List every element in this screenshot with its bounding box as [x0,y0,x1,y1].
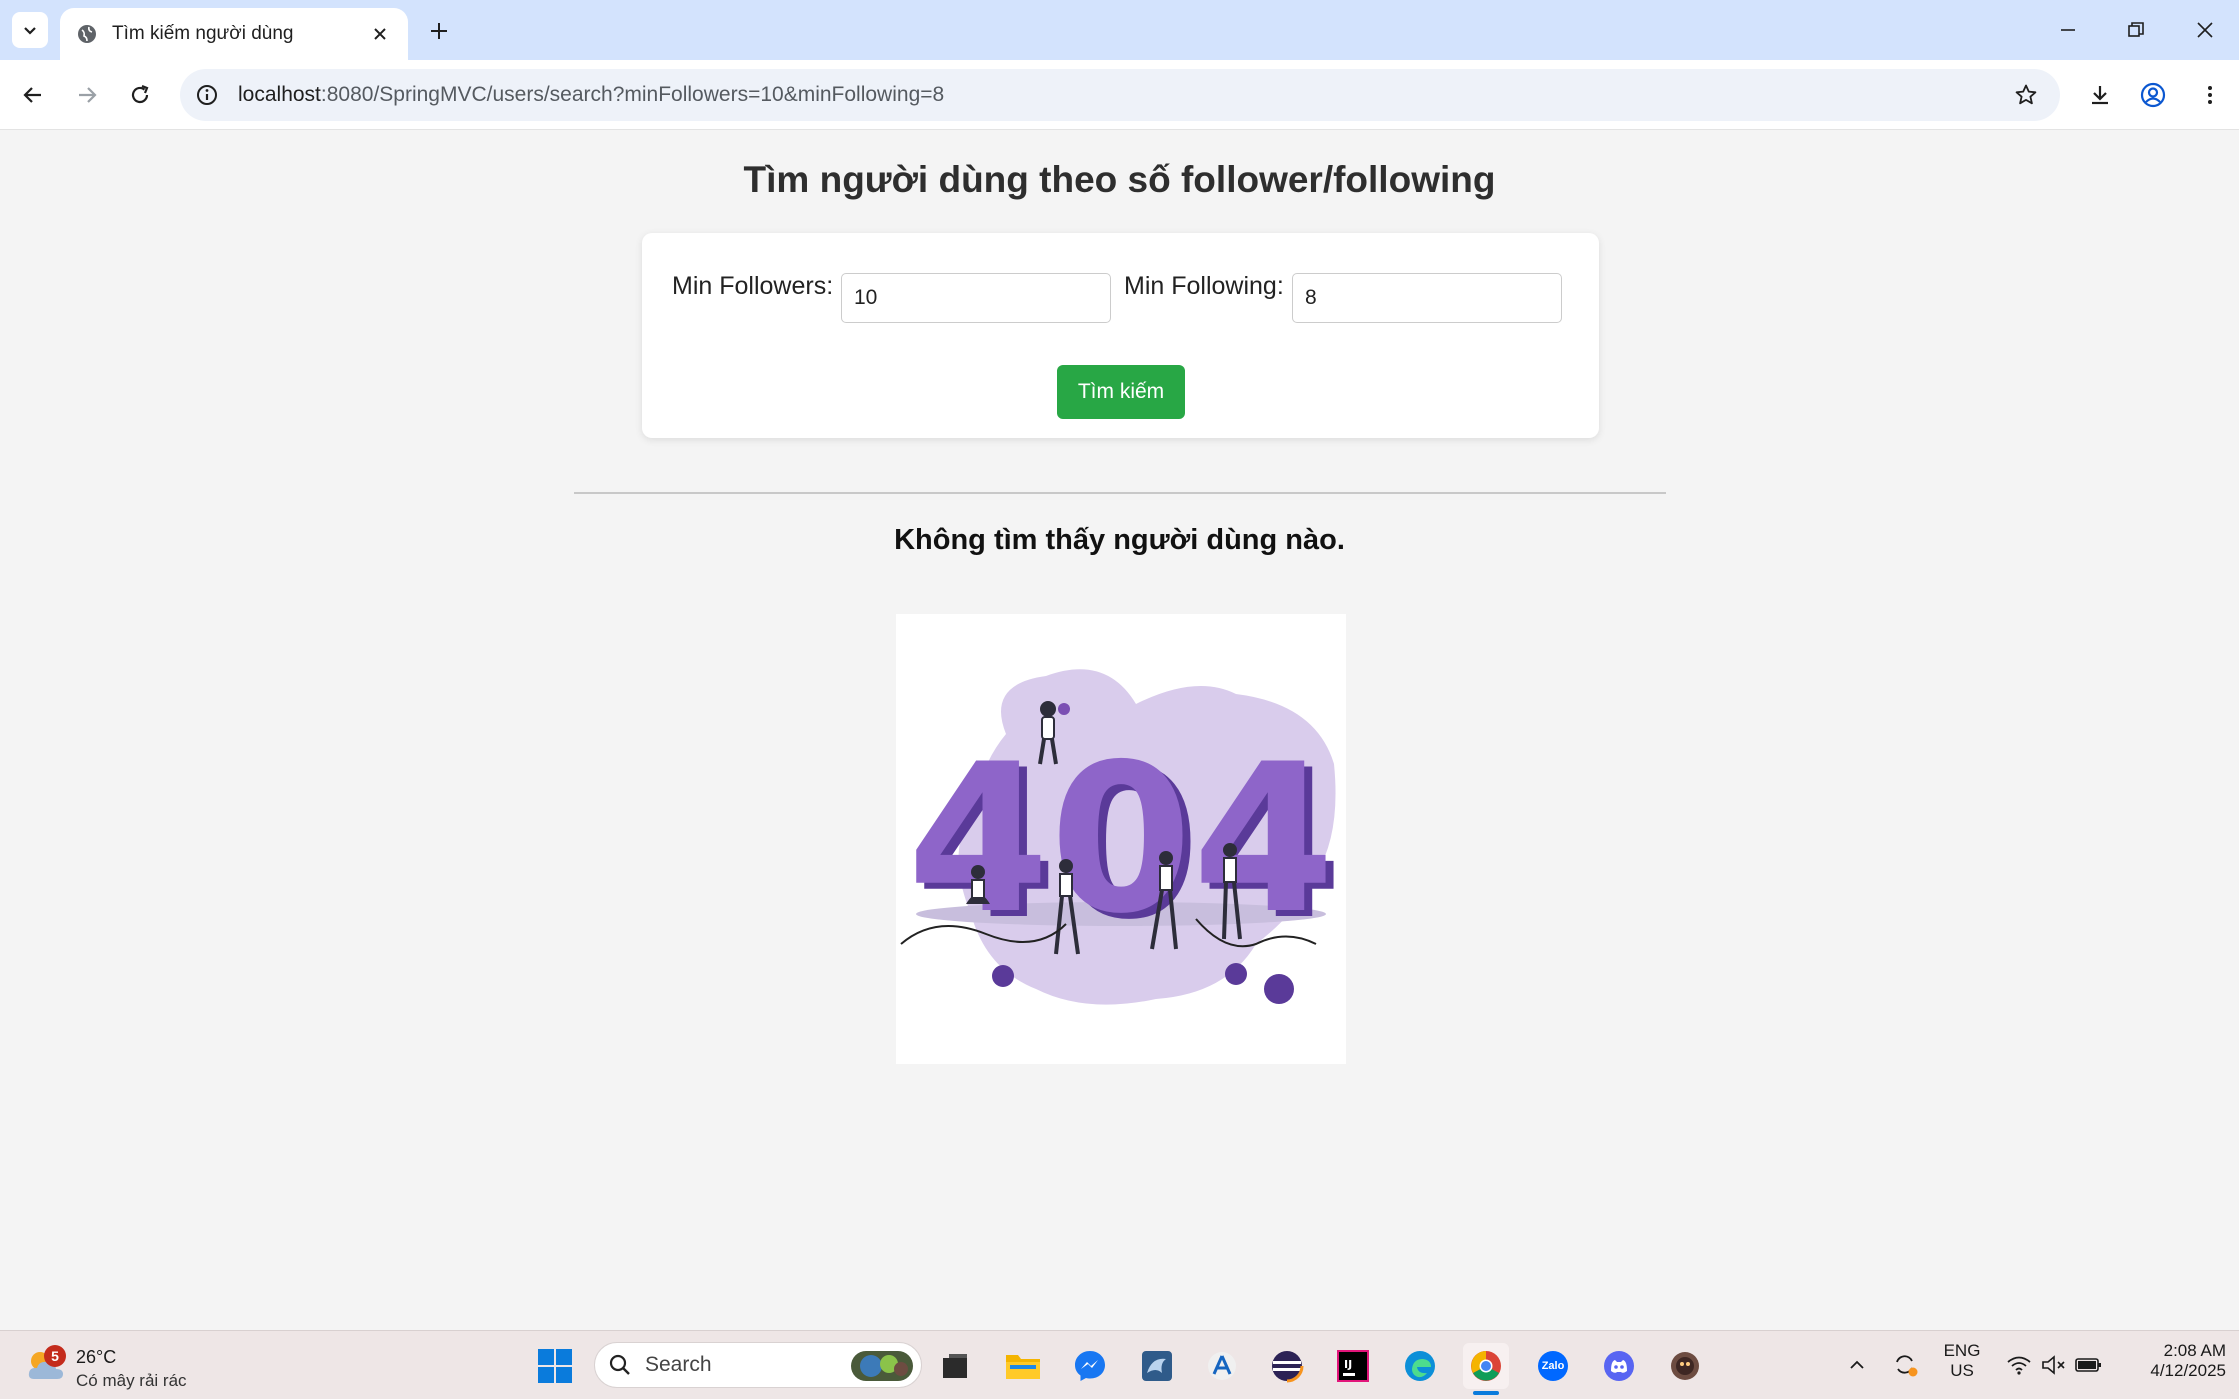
404-text: 404 [907,721,1335,959]
chrome-icon [1471,1351,1501,1381]
intellij-icon: IJ [1337,1350,1369,1382]
restore-icon [2128,22,2144,37]
taskbar-app-edge[interactable] [1397,1343,1443,1389]
sync-icon [1896,1355,1918,1377]
arrow-right-icon [79,87,97,103]
weather-description: Có mây rải rác [76,1371,187,1390]
browser-toolbar: localhost:8080/SpringMVC/users/search?mi… [0,60,2239,130]
page-content: Tìm người dùng theo số follower/followin… [0,131,2239,1330]
search-button[interactable]: Tìm kiếm [1057,365,1185,419]
active-tab[interactable]: Tìm kiếm người dùng [60,8,408,60]
dolphin-icon [1142,1351,1172,1381]
taskbar-app-zalo[interactable]: Zalo [1530,1343,1576,1389]
volume-button[interactable] [2040,1351,2068,1379]
sync-status-button[interactable] [1891,1351,1919,1379]
search-highlight-icon [851,1351,913,1381]
browser-tab-strip: Tìm kiếm người dùng [0,0,2239,60]
taskbar-app-mysql-workbench[interactable] [1134,1343,1180,1389]
taskbar-search[interactable]: Search [594,1342,922,1388]
forward-button[interactable] [69,77,105,113]
folder-icon [1006,1355,1040,1379]
plus-icon [431,23,447,39]
windows-logo-icon [538,1349,572,1383]
search-label: Search [645,1353,712,1376]
weather-temperature: 26°C [76,1347,117,1367]
reload-button[interactable] [122,77,158,113]
wifi-icon [2007,1356,2031,1375]
taskbar-app-terminal[interactable] [932,1343,978,1389]
close-window-button[interactable] [2183,10,2227,50]
edge-icon [1405,1351,1435,1381]
downloads-button[interactable] [2082,77,2118,113]
taskbar-app-file-explorer[interactable] [1000,1343,1046,1389]
back-button[interactable] [15,77,51,113]
window-app-icon [943,1354,967,1378]
taskbar-app-game[interactable] [1662,1343,1708,1389]
weather-widget[interactable]: 5 26°C Có mây rải rác [24,1339,224,1391]
not-found-illustration: 404 404 [896,614,1346,1064]
tab-title: Tìm kiếm người dùng [112,23,294,44]
taskbar-app-intellij[interactable]: IJ [1330,1343,1376,1389]
more-vertical-icon [2208,86,2212,104]
start-button[interactable] [532,1343,578,1389]
download-icon [2092,86,2108,105]
close-icon [2197,22,2213,38]
svg-text:IJ: IJ [1344,1358,1352,1371]
notification-badge: 5 [44,1345,66,1367]
url-text: localhost:8080/SpringMVC/users/search?mi… [238,83,945,106]
min-followers-label: Min Followers: [672,272,834,300]
speaker-muted-icon [2042,1355,2065,1375]
site-info-icon[interactable] [196,84,218,106]
tab-search-button[interactable] [12,12,48,48]
new-tab-button[interactable] [422,14,456,48]
close-icon [374,28,386,40]
search-form: Min Followers: Min Following: Tìm kiếm [642,233,1599,438]
minimize-button[interactable] [2046,10,2090,50]
wifi-button[interactable] [2005,1351,2033,1379]
clock[interactable]: 2:08 AM 4/12/2025 [2116,1341,2226,1381]
chevron-up-icon [1850,1360,1864,1369]
minimize-icon [2061,29,2075,31]
arrow-left-icon [23,87,41,103]
chevron-down-icon [24,27,36,35]
show-hidden-icons-button[interactable] [1843,1351,1871,1379]
bookmark-star-button[interactable] [2012,81,2040,109]
page-title: Tìm người dùng theo số follower/followin… [743,159,1496,200]
search-icon [609,1354,630,1375]
min-followers-input[interactable] [841,273,1111,323]
taskbar-app-eclipse[interactable] [1264,1343,1310,1389]
windows-taskbar: 5 26°C Có mây rải rác Search IJ Zalo ENG… [0,1330,2239,1399]
404-illustration-graphic: 404 404 [900,669,1343,1005]
game-app-icon [1671,1352,1699,1380]
discord-icon [1604,1351,1634,1381]
language-indicator[interactable]: ENG US [1940,1341,1984,1381]
taskbar-app-discord[interactable] [1596,1343,1642,1389]
zalo-label: Zalo [1541,1360,1565,1372]
profile-button[interactable] [2135,77,2171,113]
no-results-message: Không tìm thấy người dùng nào. [894,524,1345,556]
star-icon [2015,84,2037,105]
close-tab-button[interactable] [368,22,392,46]
restore-button[interactable] [2114,10,2158,50]
active-app-indicator [1473,1391,1499,1395]
divider [574,492,1666,494]
browser-menu-button[interactable] [2192,77,2228,113]
taskbar-app-store[interactable] [1199,1343,1245,1389]
min-following-input[interactable] [1292,273,1562,323]
eclipse-icon [1272,1351,1304,1383]
taskbar-app-messenger[interactable] [1067,1343,1113,1389]
taskbar-app-chrome[interactable] [1463,1343,1509,1395]
min-following-label: Min Following: [1124,272,1284,300]
messenger-icon [1075,1351,1105,1381]
reload-icon [131,84,149,104]
app-store-icon [1208,1352,1236,1380]
address-bar[interactable]: localhost:8080/SpringMVC/users/search?mi… [180,69,2060,121]
battery-charging-icon [2075,1358,2101,1372]
globe-icon [78,25,96,43]
battery-button[interactable] [2075,1351,2103,1379]
account-icon [2140,82,2166,108]
